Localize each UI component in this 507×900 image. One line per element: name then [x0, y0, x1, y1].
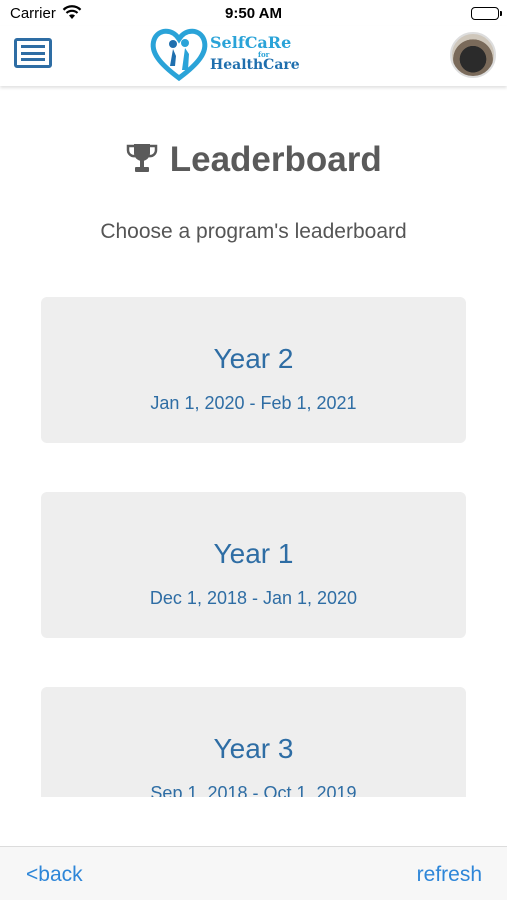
app-logo: SelfCaRe for HealthCare: [148, 26, 308, 84]
battery-icon: [471, 7, 502, 20]
program-name: Year 1: [213, 538, 294, 569]
trophy-icon: [125, 141, 159, 180]
program-dates: Dec 1, 2018 - Jan 1, 2020: [149, 588, 358, 608]
program-name: Year 3: [213, 733, 294, 764]
status-time: 9:50 AM: [225, 5, 282, 22]
page-title-row: Leaderboard: [0, 140, 507, 180]
program-name: Year 2: [213, 343, 294, 374]
hamburger-icon: [21, 45, 45, 48]
back-button[interactable]: <back: [26, 863, 83, 887]
app-header: SelfCaRe for HealthCare: [0, 26, 507, 86]
logo-text-selfcare: SelfCaRe: [210, 33, 292, 52]
program-list[interactable]: Year 2 Jan 1, 2020 - Feb 1, 2021 Year 1 …: [0, 285, 507, 797]
user-avatar[interactable]: [450, 32, 496, 78]
status-bar: Carrier 9:50 AM: [0, 0, 507, 26]
heart-logo-icon: [150, 28, 208, 82]
program-card[interactable]: Year 2 Jan 1, 2020 - Feb 1, 2021: [41, 297, 466, 443]
refresh-button[interactable]: refresh: [417, 863, 482, 887]
program-dates: Sep 1, 2018 - Oct 1, 2019: [150, 783, 357, 797]
menu-button[interactable]: [14, 38, 52, 68]
bottom-toolbar: <back refresh: [0, 846, 507, 900]
page-title: Leaderboard: [169, 140, 382, 179]
program-card[interactable]: Year 1 Dec 1, 2018 - Jan 1, 2020: [41, 492, 466, 638]
page-subtitle: Choose a program's leaderboard: [100, 220, 407, 243]
logo-text-healthcare: HealthCare: [210, 57, 300, 73]
program-card[interactable]: Year 3 Sep 1, 2018 - Oct 1, 2019: [41, 687, 466, 797]
program-dates: Jan 1, 2020 - Feb 1, 2021: [150, 393, 357, 413]
